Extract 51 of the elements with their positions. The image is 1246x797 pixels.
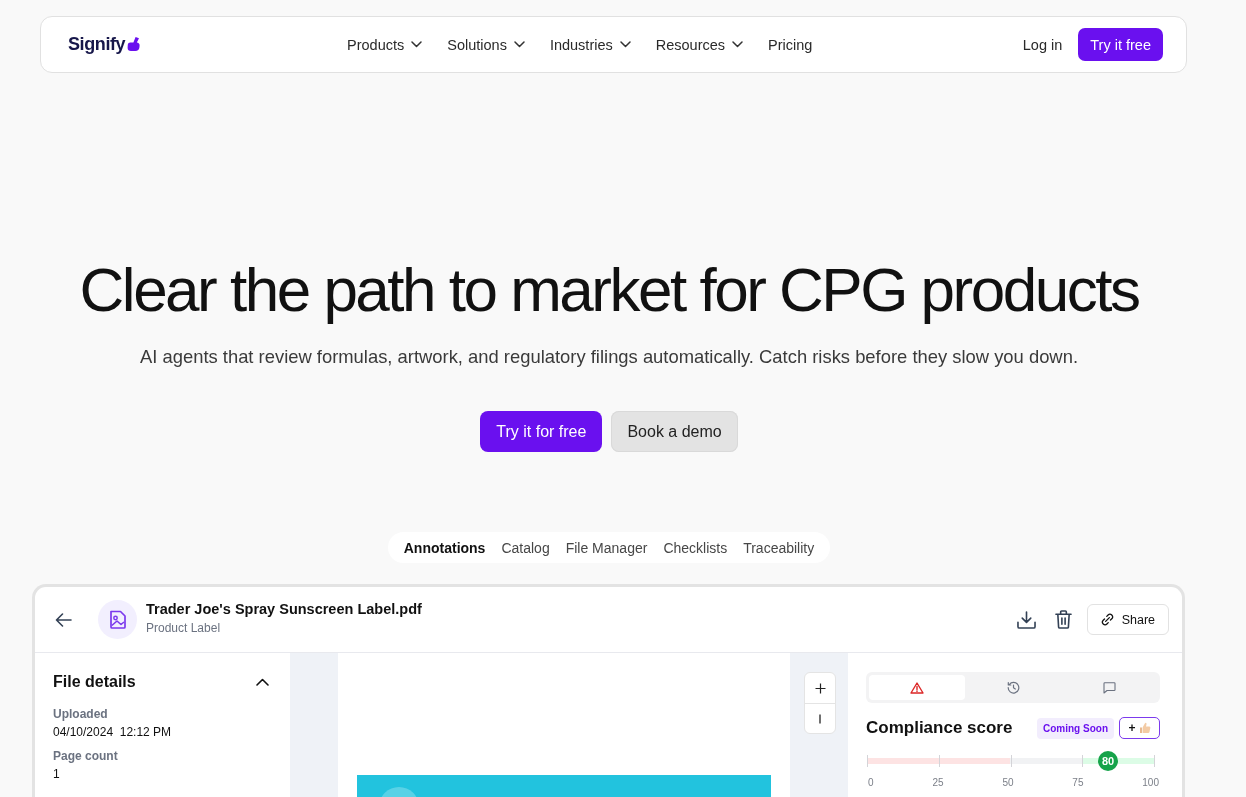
axis-tick-label: 75 <box>1072 777 1084 788</box>
axis-tick-label: 100 <box>1142 777 1159 788</box>
nav-menu-item[interactable]: Resources <box>655 36 744 53</box>
field-value: 04/10/2024 12:12 PM <box>53 725 173 739</box>
download-button[interactable] <box>1016 610 1036 629</box>
share-button[interactable]: Share <box>1086 604 1169 635</box>
axis-tick-label: 50 <box>1002 777 1014 788</box>
score-knob: 80 <box>1098 751 1119 771</box>
field-label: Uploaded <box>53 707 109 721</box>
download-icon <box>1016 610 1036 629</box>
product-tab[interactable]: Catalog <box>501 539 550 556</box>
secondary-cta-button[interactable]: Book a demo <box>611 411 738 452</box>
field-value: 1 <box>53 767 61 781</box>
compliance-score-heading: Compliance score <box>866 718 1013 738</box>
product-tab[interactable]: Traceability <box>743 539 815 556</box>
history-icon <box>1006 681 1020 694</box>
coming-soon-tag: Coming Soon <box>1037 717 1114 739</box>
chevron-up-icon <box>256 678 269 686</box>
warning-icon <box>910 681 924 694</box>
log-in-link[interactable]: Log in <box>1022 36 1063 53</box>
primary-cta-button[interactable]: Try it for free <box>480 411 603 452</box>
try-free-button[interactable]: Try it free <box>1078 28 1163 61</box>
file-image-icon <box>98 600 137 639</box>
delete-button[interactable] <box>1054 610 1072 629</box>
back-arrow-icon <box>55 612 72 627</box>
hero-heading: Clear the path to market for CPG products <box>79 258 1139 322</box>
nav-menu-item[interactable]: Products <box>347 36 423 53</box>
link-icon <box>1100 613 1114 626</box>
plus-icon <box>814 682 826 694</box>
file-type: Product Label <box>146 621 222 635</box>
axis-tick-label: 25 <box>932 777 944 788</box>
trash-icon <box>1054 610 1072 629</box>
hand-icon <box>127 36 141 51</box>
file-name: Trader Joe's Spray Sunscreen Label.pdf <box>146 601 422 617</box>
product-tab[interactable]: File Manager <box>565 539 648 556</box>
field-label: Page count <box>53 749 119 763</box>
back-button[interactable] <box>55 612 72 627</box>
section-heading: File details <box>53 673 136 691</box>
chat-icon <box>1102 681 1116 694</box>
product-tab[interactable]: Annotations <box>403 539 486 556</box>
thumbs-up-icon <box>1138 722 1151 734</box>
nav-menu-item[interactable]: Industries <box>549 36 631 53</box>
nav-menu-item[interactable]: Solutions <box>447 36 525 53</box>
axis-tick-label: 0 <box>868 777 874 788</box>
product-tab[interactable]: Checklists <box>663 539 728 556</box>
collapse-toggle[interactable] <box>256 678 269 686</box>
brand-logo-text[interactable]: Signify <box>68 34 126 55</box>
add-reaction-button[interactable]: + <box>1119 717 1160 739</box>
hero-subtitle: AI agents that review formulas, artwork, and regulatory filings automatically. Catch risks before they slow you down. <box>140 345 1078 369</box>
nav-menu-item[interactable]: Pricing <box>768 36 813 53</box>
panel-tab[interactable] <box>869 675 965 700</box>
